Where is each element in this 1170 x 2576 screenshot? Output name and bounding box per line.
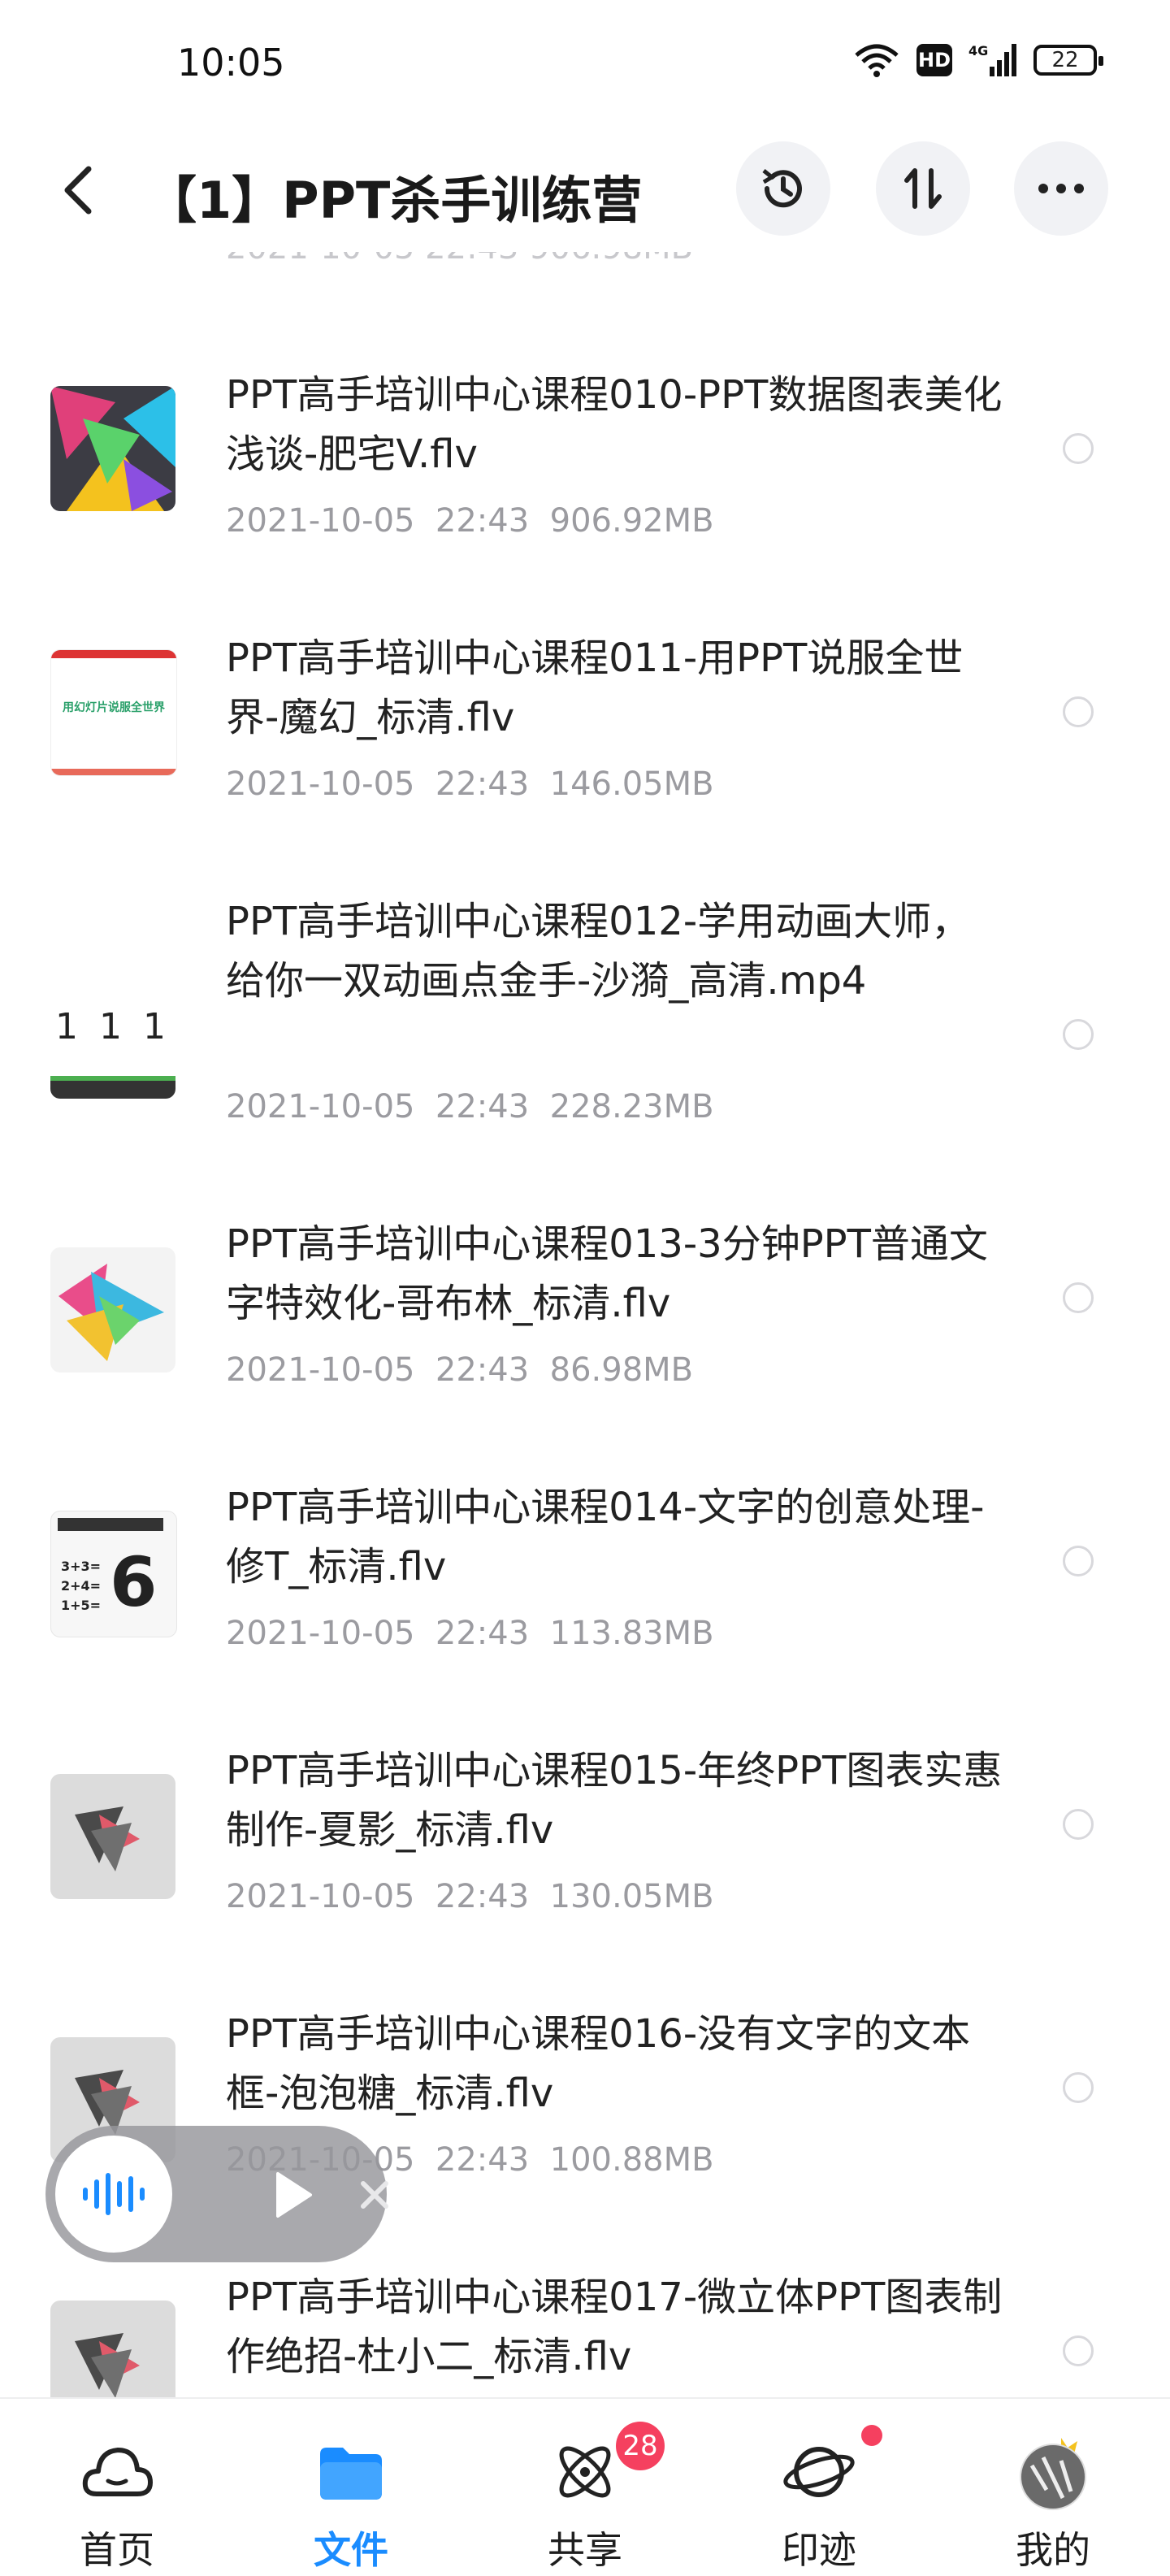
file-meta: 2021-10-05 22:43 906.92MB bbox=[226, 502, 714, 540]
file-list[interactable]: 2021-10-05 22:43 906.98MB PPT高手培训中心课程010… bbox=[0, 252, 1170, 2397]
select-radio[interactable] bbox=[1063, 696, 1094, 727]
cloud-icon bbox=[76, 2431, 158, 2513]
nav-label: 共享 bbox=[548, 2528, 622, 2572]
file-meta: 2021-10-05 22:43 113.83MB bbox=[226, 1615, 714, 1652]
signal-icon: 4G bbox=[968, 43, 1016, 76]
nav-traces[interactable]: 印迹 bbox=[702, 2399, 936, 2576]
nav-me[interactable]: 我的 bbox=[936, 2399, 1170, 2576]
notification-dot bbox=[861, 2425, 882, 2446]
audio-wave-button[interactable] bbox=[55, 2136, 172, 2253]
file-name: PPT高手培训中心课程012-学用动画大师，给你一双动画点金手-沙漪_高清.mp… bbox=[226, 899, 971, 1004]
close-player-button[interactable] bbox=[354, 2173, 395, 2217]
close-icon bbox=[361, 2181, 388, 2209]
file-name: PPT高手培训中心课程013-3分钟PPT普通文字特效化-哥布林_标清.flv bbox=[226, 1221, 988, 1326]
file-meta: 2021-10-05 22:43 130.05MB bbox=[226, 1878, 714, 1915]
select-radio[interactable] bbox=[1063, 1019, 1094, 1050]
video-thumbnail bbox=[50, 1247, 176, 1373]
more-icon bbox=[1038, 184, 1084, 193]
more-button[interactable] bbox=[1014, 141, 1108, 236]
video-thumbnail bbox=[50, 386, 176, 511]
back-button[interactable] bbox=[49, 158, 106, 223]
select-radio[interactable] bbox=[1063, 2072, 1094, 2103]
nav-home[interactable]: 首页 bbox=[0, 2399, 234, 2576]
history-button[interactable] bbox=[736, 141, 830, 236]
file-meta: 2021-10-05 22:43 228.23MB bbox=[226, 1088, 714, 1125]
nav-label: 我的 bbox=[1016, 2528, 1090, 2572]
play-button[interactable] bbox=[265, 2166, 322, 2223]
wifi-icon bbox=[855, 44, 899, 77]
file-name: PPT高手培训中心课程011-用PPT说服全世界-魔幻_标清.flv bbox=[226, 635, 964, 740]
status-time: 10:05 bbox=[177, 41, 285, 85]
floating-audio-player[interactable] bbox=[46, 2126, 388, 2262]
nav-label: 文件 bbox=[314, 2528, 388, 2572]
file-meta: 2021-10-05 22:43 86.98MB bbox=[226, 1351, 694, 1389]
history-icon bbox=[762, 169, 802, 208]
file-name: PPT高手培训中心课程016-没有文字的文本框-泡泡糖_标清.flv bbox=[226, 2011, 971, 2116]
file-name: PPT高手培训中心课程014-文字的创意处理-修T_标清.flv bbox=[226, 1485, 985, 1589]
status-icons: HD 4G 22 bbox=[853, 42, 1103, 78]
select-radio[interactable] bbox=[1063, 1282, 1094, 1313]
bottom-nav: 首页 文件 28 共享 印迹 我的 bbox=[0, 2397, 1170, 2576]
select-radio[interactable] bbox=[1063, 433, 1094, 464]
battery-icon: 22 bbox=[1034, 45, 1103, 76]
nav-files[interactable]: 文件 bbox=[234, 2399, 468, 2576]
back-icon bbox=[64, 166, 92, 215]
planet-icon bbox=[778, 2431, 860, 2513]
share-atom-icon bbox=[544, 2431, 626, 2513]
play-icon bbox=[276, 2172, 312, 2218]
avatar-icon bbox=[1012, 2431, 1094, 2513]
video-thumbnail: 用幻灯片说服全世界 bbox=[50, 649, 177, 776]
video-thumbnail bbox=[50, 1774, 176, 1899]
nav-label: 印迹 bbox=[782, 2528, 856, 2572]
select-radio[interactable] bbox=[1063, 2335, 1094, 2366]
video-thumbnail: 1 1 1 bbox=[50, 974, 176, 1099]
nav-share[interactable]: 28 共享 bbox=[468, 2399, 702, 2576]
select-radio[interactable] bbox=[1063, 1546, 1094, 1576]
video-thumbnail: 3+3= 2+4= 1+5= 6 bbox=[50, 1511, 177, 1637]
title-bar: 【1】PPT杀手训练营 bbox=[0, 130, 1170, 252]
folder-icon bbox=[310, 2431, 392, 2513]
hd-icon: HD bbox=[916, 44, 952, 76]
status-bar: 10:05 HD 4G 22 bbox=[0, 0, 1170, 130]
audio-wave-icon bbox=[83, 2173, 145, 2215]
video-thumbnail bbox=[50, 2301, 176, 2397]
page-title: 【1】PPT杀手训练营 bbox=[146, 171, 643, 230]
notification-badge: 28 bbox=[616, 2422, 665, 2470]
select-radio[interactable] bbox=[1063, 1809, 1094, 1840]
sort-button[interactable] bbox=[876, 141, 970, 236]
sort-icon bbox=[904, 168, 942, 209]
file-name: PPT高手培训中心课程010-PPT数据图表美化浅谈-肥宅V.flv bbox=[226, 372, 1003, 477]
file-meta: 2021-10-05 22:43 146.05MB bbox=[226, 765, 714, 803]
svg-text:4G: 4G bbox=[968, 43, 988, 59]
file-name: PPT高手培训中心课程017-微立体PPT图表制作绝招-杜小二_标清.flv bbox=[226, 2275, 1003, 2379]
file-name: PPT高手培训中心课程015-年终PPT图表实惠制作-夏影_标清.flv bbox=[226, 1748, 1003, 1853]
nav-label: 首页 bbox=[80, 2528, 154, 2572]
partial-file-meta: 2021-10-05 22:43 906.98MB bbox=[226, 252, 693, 267]
